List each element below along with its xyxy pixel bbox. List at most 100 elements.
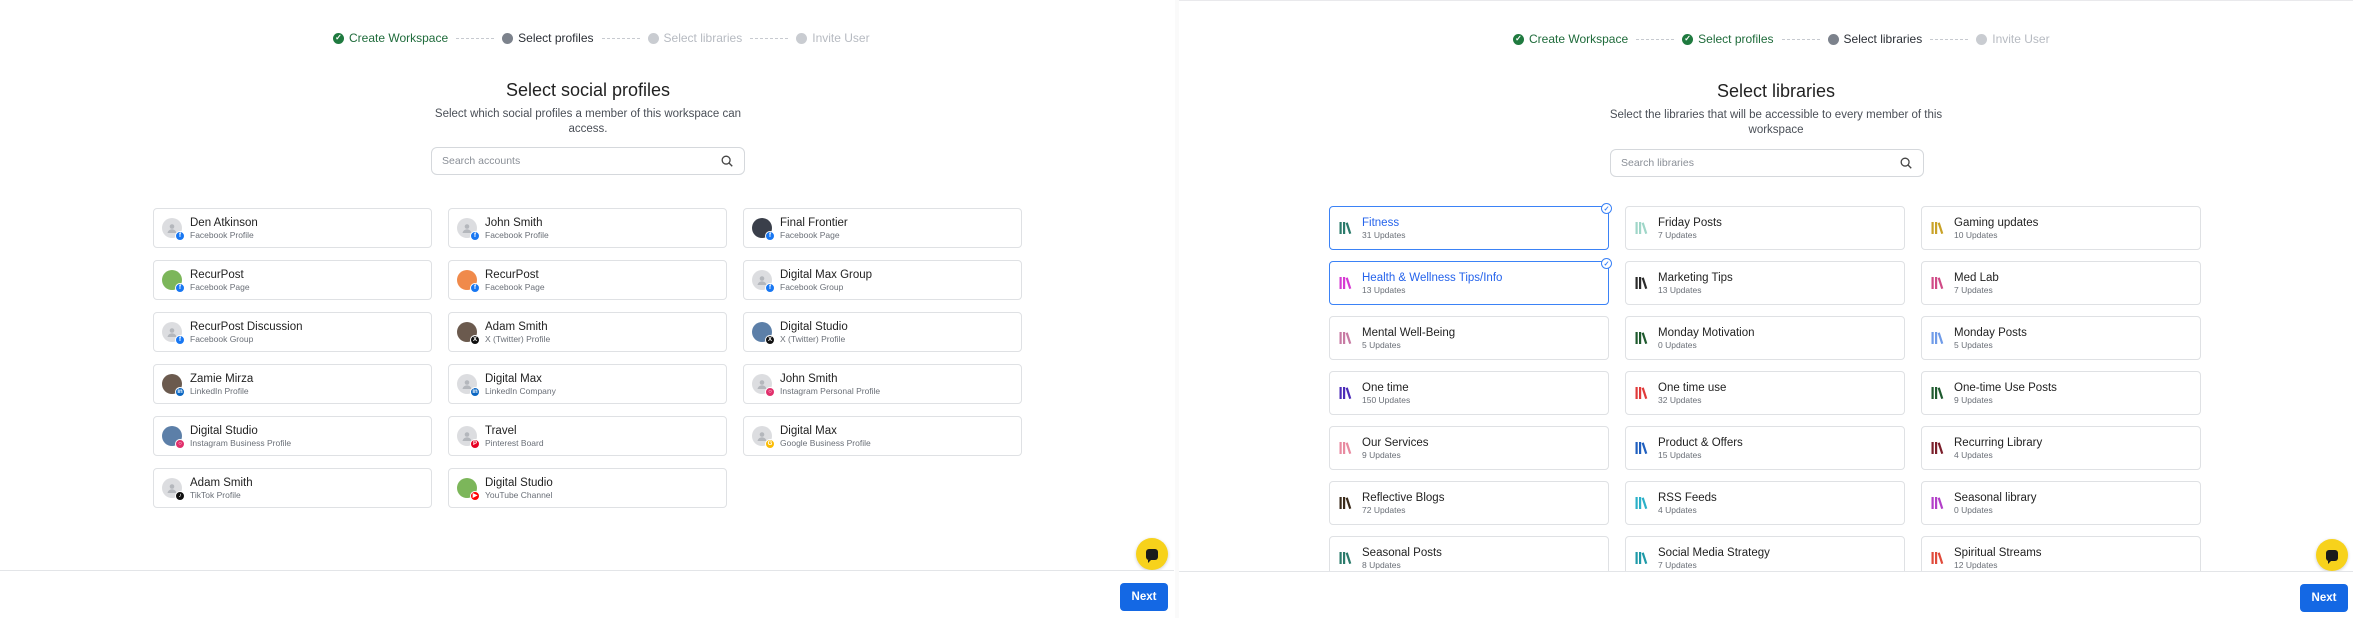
library-card[interactable]: Monday Posts 5 Updates [1921, 316, 2201, 360]
library-text: One-time Use Posts 9 Updates [1954, 381, 2057, 406]
avatar: f [162, 322, 185, 345]
profile-card[interactable]: ○ Digital Studio Instagram Business Profil… [153, 416, 432, 456]
library-card[interactable]: One-time Use Posts 9 Updates [1921, 371, 2201, 415]
library-books-icon [1339, 552, 1352, 565]
search-libraries-field[interactable] [1610, 149, 1924, 177]
library-books-icon [1635, 387, 1648, 400]
library-card[interactable]: Med Lab 7 Updates [1921, 261, 2201, 305]
profile-card[interactable]: in Digital Max LinkedIn Company [448, 364, 727, 404]
step-4[interactable]: Invite User [1976, 32, 2050, 46]
profile-card[interactable]: ○ John Smith Instagram Personal Profile [743, 364, 1022, 404]
library-text: Product & Offers 15 Updates [1658, 436, 1743, 461]
profile-card[interactable]: f RecurPost Discussion Facebook Group [153, 312, 432, 352]
library-card[interactable]: Gaming updates 10 Updates [1921, 206, 2201, 250]
profile-card[interactable]: f Digital Max Group Facebook Group [743, 260, 1022, 300]
stepper: ✓ Create Workspace Select profiles Select l… [333, 31, 870, 45]
library-card[interactable]: Our Services 9 Updates [1329, 426, 1609, 470]
x-icon: X [470, 335, 480, 345]
profile-name: RecurPost [485, 268, 539, 281]
library-count: 13 Updates [1362, 284, 1406, 295]
library-name: Mental Well-Being [1362, 326, 1456, 339]
search-accounts-field[interactable] [431, 147, 745, 175]
profile-card[interactable]: f RecurPost Facebook Page [153, 260, 432, 300]
profile-card[interactable]: ♪ Adam Smith TikTok Profile [153, 468, 432, 508]
library-books-icon [1635, 277, 1648, 290]
avatar: P [457, 426, 480, 449]
profile-text: RecurPost Facebook Page [485, 268, 545, 293]
library-card[interactable]: Reflective Blogs 72 Updates [1329, 481, 1609, 525]
profile-card[interactable]: f Final Frontier Facebook Page [743, 208, 1022, 248]
step-2[interactable]: Select profiles [502, 31, 594, 45]
search-icon[interactable] [1899, 156, 1913, 170]
chat-widget-button[interactable] [1136, 538, 1168, 570]
profile-card[interactable]: ▶ Digital Studio YouTube Channel [448, 468, 727, 508]
avatar: ○ [162, 426, 185, 449]
search-input[interactable] [1621, 157, 1899, 169]
library-card[interactable]: Fitness 31 Updates ✓ [1329, 203, 1612, 250]
step-1[interactable]: ✓ Create Workspace [1513, 32, 1628, 46]
x-icon: X [765, 335, 775, 345]
library-name: Health & Wellness Tips/Info [1362, 271, 1503, 284]
profile-card[interactable]: P Travel Pinterest Board [448, 416, 727, 456]
library-card[interactable]: RSS Feeds 4 Updates [1625, 481, 1905, 525]
library-count: 9 Updates [1954, 394, 1993, 405]
step-3[interactable]: Select libraries [1827, 32, 1922, 46]
profile-card[interactable]: in Zamie Mirza LinkedIn Profile [153, 364, 432, 404]
library-count: 7 Updates [1658, 229, 1697, 240]
profile-text: Adam Smith TikTok Profile [190, 476, 253, 501]
library-card[interactable]: One time use 32 Updates [1625, 371, 1905, 415]
library-name: RSS Feeds [1658, 491, 1717, 504]
step-label: Invite User [1992, 32, 2050, 46]
profile-text: John Smith Instagram Personal Profile [780, 372, 880, 397]
library-name: Gaming updates [1954, 216, 2039, 229]
libraries-grid: Fitness 31 Updates ✓ Friday Posts 7 Updates G… [1329, 203, 2201, 580]
library-card[interactable]: Recurring Library 4 Updates [1921, 426, 2201, 470]
next-button[interactable]: Next [2300, 584, 2348, 612]
profile-card[interactable]: f John Smith Facebook Profile [448, 208, 727, 248]
chat-widget-button[interactable] [2316, 539, 2348, 571]
linkedin-icon: in [470, 387, 480, 397]
check-circle-icon: ✓ [333, 32, 344, 44]
profile-text: Digital Max LinkedIn Company [485, 372, 556, 397]
library-card[interactable]: Seasonal library 0 Updates [1921, 481, 2201, 525]
library-card[interactable]: One time 150 Updates [1329, 371, 1609, 415]
library-card[interactable]: Friday Posts 7 Updates [1625, 206, 1905, 250]
profile-name: Adam Smith [485, 320, 548, 333]
library-text: Med Lab 7 Updates [1954, 271, 1999, 296]
profile-text: Digital Studio Instagram Business Profile [190, 424, 291, 449]
library-card[interactable]: Marketing Tips 13 Updates [1625, 261, 1905, 305]
profile-card[interactable]: f RecurPost Facebook Page [448, 260, 727, 300]
step-4[interactable]: Invite User [796, 31, 870, 45]
profile-card[interactable]: G Digital Max Google Business Profile [743, 416, 1022, 456]
search-input[interactable] [442, 155, 720, 167]
library-card[interactable]: Product & Offers 15 Updates [1625, 426, 1905, 470]
library-card[interactable]: Mental Well-Being 5 Updates [1329, 316, 1609, 360]
profile-text: Zamie Mirza LinkedIn Profile [190, 372, 253, 397]
profile-card[interactable]: f Den Atkinson Facebook Profile [153, 208, 432, 248]
avatar: f [457, 270, 480, 293]
profile-text: Final Frontier Facebook Page [780, 216, 848, 241]
facebook-icon: f [470, 231, 480, 241]
page-title: Select libraries [1716, 81, 1836, 101]
youtube-icon: ▶ [470, 491, 480, 501]
library-text: Reflective Blogs 72 Updates [1362, 491, 1444, 516]
next-button[interactable]: Next [1120, 583, 1168, 611]
step-1[interactable]: ✓ Create Workspace [333, 31, 448, 45]
profile-text: Digital Studio YouTube Channel [485, 476, 553, 501]
library-name: Social Media Strategy [1658, 546, 1770, 559]
library-card[interactable]: Monday Motivation 0 Updates [1625, 316, 1905, 360]
step-dot-icon [796, 32, 808, 44]
step-3[interactable]: Select libraries [647, 31, 742, 45]
instagram-icon: ○ [765, 387, 775, 397]
profile-card[interactable]: X Digital Studio X (Twitter) Profile [743, 312, 1022, 352]
library-name: Recurring Library [1954, 436, 2043, 449]
avatar: f [162, 218, 185, 241]
search-icon[interactable] [720, 154, 734, 168]
step-2[interactable]: ✓ Select profiles [1682, 32, 1774, 46]
library-card[interactable]: Health & Wellness Tips/Info 13 Updates ✓ [1329, 258, 1612, 305]
library-count: 0 Updates [1658, 339, 1697, 350]
profile-card[interactable]: X Adam Smith X (Twitter) Profile [448, 312, 727, 352]
library-text: Health & Wellness Tips/Info 13 Updates [1362, 271, 1502, 296]
profiles-grid: f Den Atkinson Facebook Profile f John Smith… [153, 208, 1022, 508]
library-count: 10 Updates [1954, 229, 1998, 240]
